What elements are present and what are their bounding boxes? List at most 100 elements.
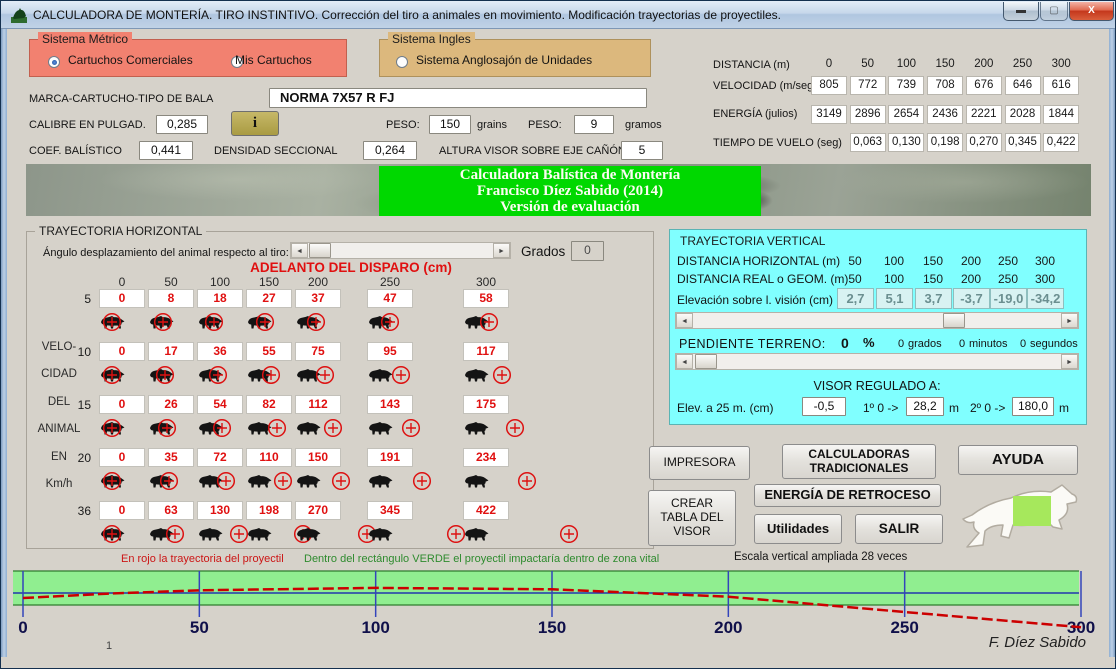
adelanto-value-box: 0 — [99, 395, 145, 414]
grains-unit-label: grains — [477, 119, 507, 131]
angle-scroll-thumb[interactable] — [309, 243, 331, 258]
degrees-value[interactable]: 0 — [571, 241, 604, 261]
brand-label: MARCA-CARTUCHO-TIPO DE BALA — [29, 93, 213, 105]
angle-scroll-right-icon[interactable]: ► — [493, 243, 510, 258]
bc-input[interactable]: 0,441 — [139, 141, 193, 160]
boar-icon — [246, 473, 272, 490]
dist-r-value: 300 — [1027, 272, 1063, 286]
energy-value-box: 1844 — [1043, 105, 1079, 124]
target-icon — [208, 365, 228, 385]
visor-title: VISOR REGULADO A: — [681, 379, 1073, 393]
adelanto-value-box: 130 — [197, 501, 243, 520]
adelanto-value-box: 75 — [295, 342, 341, 361]
target-icon — [559, 524, 579, 544]
adelanto-value-box: 270 — [295, 501, 341, 520]
animal-speed-label: 36 — [69, 504, 91, 518]
adelanto-value-box: 143 — [367, 395, 413, 414]
boar-icon — [197, 526, 223, 543]
speed-axis-label: ANIMAL — [29, 423, 89, 435]
x-tick-label: 0 — [18, 618, 27, 637]
trajectory-chart: 0501001502002503001F. Díez Sabido — [1, 557, 1116, 659]
zero2-label: 2º 0 -> — [970, 401, 1005, 415]
crear-tabla-button[interactable]: CREAR TABLA DEL VISOR — [648, 490, 736, 546]
target-icon — [261, 365, 281, 385]
adelanto-value-box: 110 — [246, 448, 292, 467]
target-icon — [102, 471, 122, 491]
adelanto-value-box: 175 — [463, 395, 509, 414]
anglosajon-radio[interactable] — [396, 56, 408, 68]
sd-label: DENSIDAD SECCIONAL — [214, 145, 337, 157]
v1-scroll-thumb[interactable] — [943, 313, 965, 328]
adelanto-col-header: 100 — [197, 275, 243, 289]
target-icon — [153, 312, 173, 332]
bc-label: COEF. BALÍSTICO — [29, 145, 122, 157]
dist-h-value: 250 — [990, 254, 1026, 268]
title-bar[interactable]: CALCULADORA DE MONTERÍA. TIRO INSTINTIVO… — [1, 1, 1116, 29]
vertical-scrollbar-2[interactable]: ◄ ► — [675, 353, 1079, 370]
angle-scroll-track[interactable] — [308, 243, 493, 258]
target-icon — [323, 418, 343, 438]
weight-grains-input[interactable]: 150 — [429, 115, 471, 134]
window-border-right — [1109, 29, 1115, 657]
brand-input[interactable]: NORMA 7X57 R FJ — [269, 88, 647, 108]
minimize-button[interactable]: ▬ — [1003, 2, 1039, 21]
target-icon — [267, 418, 287, 438]
v2-scroll-right-icon[interactable]: ► — [1061, 354, 1078, 369]
energia-button[interactable]: ENERGÍA DE RETROCESO — [754, 484, 941, 507]
adelanto-value-box: 112 — [295, 395, 341, 414]
slope-unit-label: minutos — [969, 338, 1008, 350]
credit-text: F. Díez Sabido — [989, 634, 1086, 651]
speed-axis-label: VELO- — [29, 341, 89, 353]
sd-input[interactable]: 0,264 — [363, 141, 417, 160]
weight-grams-input[interactable]: 9 — [574, 115, 614, 134]
v1-scroll-right-icon[interactable]: ► — [1061, 313, 1078, 328]
target-icon — [492, 365, 512, 385]
adelanto-value-box: 95 — [367, 342, 413, 361]
elev25-input[interactable]: -0,5 — [802, 397, 846, 416]
speed-axis-label: CIDAD — [29, 368, 89, 380]
cartuchos-comerciales-radio[interactable] — [48, 56, 60, 68]
angle-scrollbar[interactable]: ◄ ► — [290, 242, 511, 259]
adelanto-value-box: 0 — [99, 289, 145, 308]
v1-scroll-left-icon[interactable]: ◄ — [676, 313, 693, 328]
page-mark: 1 — [106, 640, 112, 652]
caliber-input[interactable]: 0,285 — [156, 115, 208, 134]
close-button[interactable]: X — [1069, 2, 1114, 21]
zero2-input[interactable]: 180,0 — [1012, 397, 1054, 416]
ayuda-button[interactable]: AYUDA — [958, 445, 1078, 475]
velocity-value-box: 676 — [966, 76, 1002, 95]
maximize-button[interactable]: ▢ — [1040, 2, 1068, 21]
x-tick-label: 150 — [538, 618, 566, 637]
v2-scroll-thumb[interactable] — [695, 354, 717, 369]
time-value-box: 0,345 — [1005, 133, 1041, 152]
vertical-scrollbar-1[interactable]: ◄ ► — [675, 312, 1079, 329]
energy-value-box: 2221 — [966, 105, 1002, 124]
energy-row-label: ENERGÍA (julios) — [713, 108, 797, 120]
adelanto-value-box: 345 — [367, 501, 413, 520]
salir-button[interactable]: SALIR — [855, 514, 943, 544]
boar-icon — [295, 526, 321, 543]
v1-scroll-track[interactable] — [693, 313, 1061, 328]
adelanto-value-box: 54 — [197, 395, 243, 414]
v2-scroll-left-icon[interactable]: ◄ — [676, 354, 693, 369]
window-border-bottom — [1, 655, 1116, 668]
angle-scroll-left-icon[interactable]: ◄ — [291, 243, 308, 258]
lead-illustration-cell — [463, 417, 633, 441]
boar-icon — [295, 473, 321, 490]
slope-unit-value: 0 — [959, 338, 965, 350]
target-icon — [505, 418, 525, 438]
utilidades-button[interactable]: Utilidades — [754, 514, 842, 544]
calculadoras-button[interactable]: CALCULADORAS TRADICIONALES — [782, 444, 936, 479]
target-icon — [273, 471, 293, 491]
angle-label: Ángulo desplazamiento del animal respect… — [43, 247, 289, 259]
sight-height-input[interactable]: 5 — [621, 141, 663, 160]
impresora-button[interactable]: IMPRESORA — [649, 446, 750, 480]
info-button[interactable]: i — [231, 111, 279, 136]
v2-scroll-track[interactable] — [693, 354, 1061, 369]
target-icon — [157, 418, 177, 438]
elevation-value-box: -34,2 — [1027, 288, 1064, 309]
energy-value-box: 2896 — [850, 105, 886, 124]
english-panel-title: Sistema Ingles — [388, 32, 475, 46]
window-border-left — [1, 29, 7, 657]
zero1-input[interactable]: 28,2 — [906, 397, 944, 416]
